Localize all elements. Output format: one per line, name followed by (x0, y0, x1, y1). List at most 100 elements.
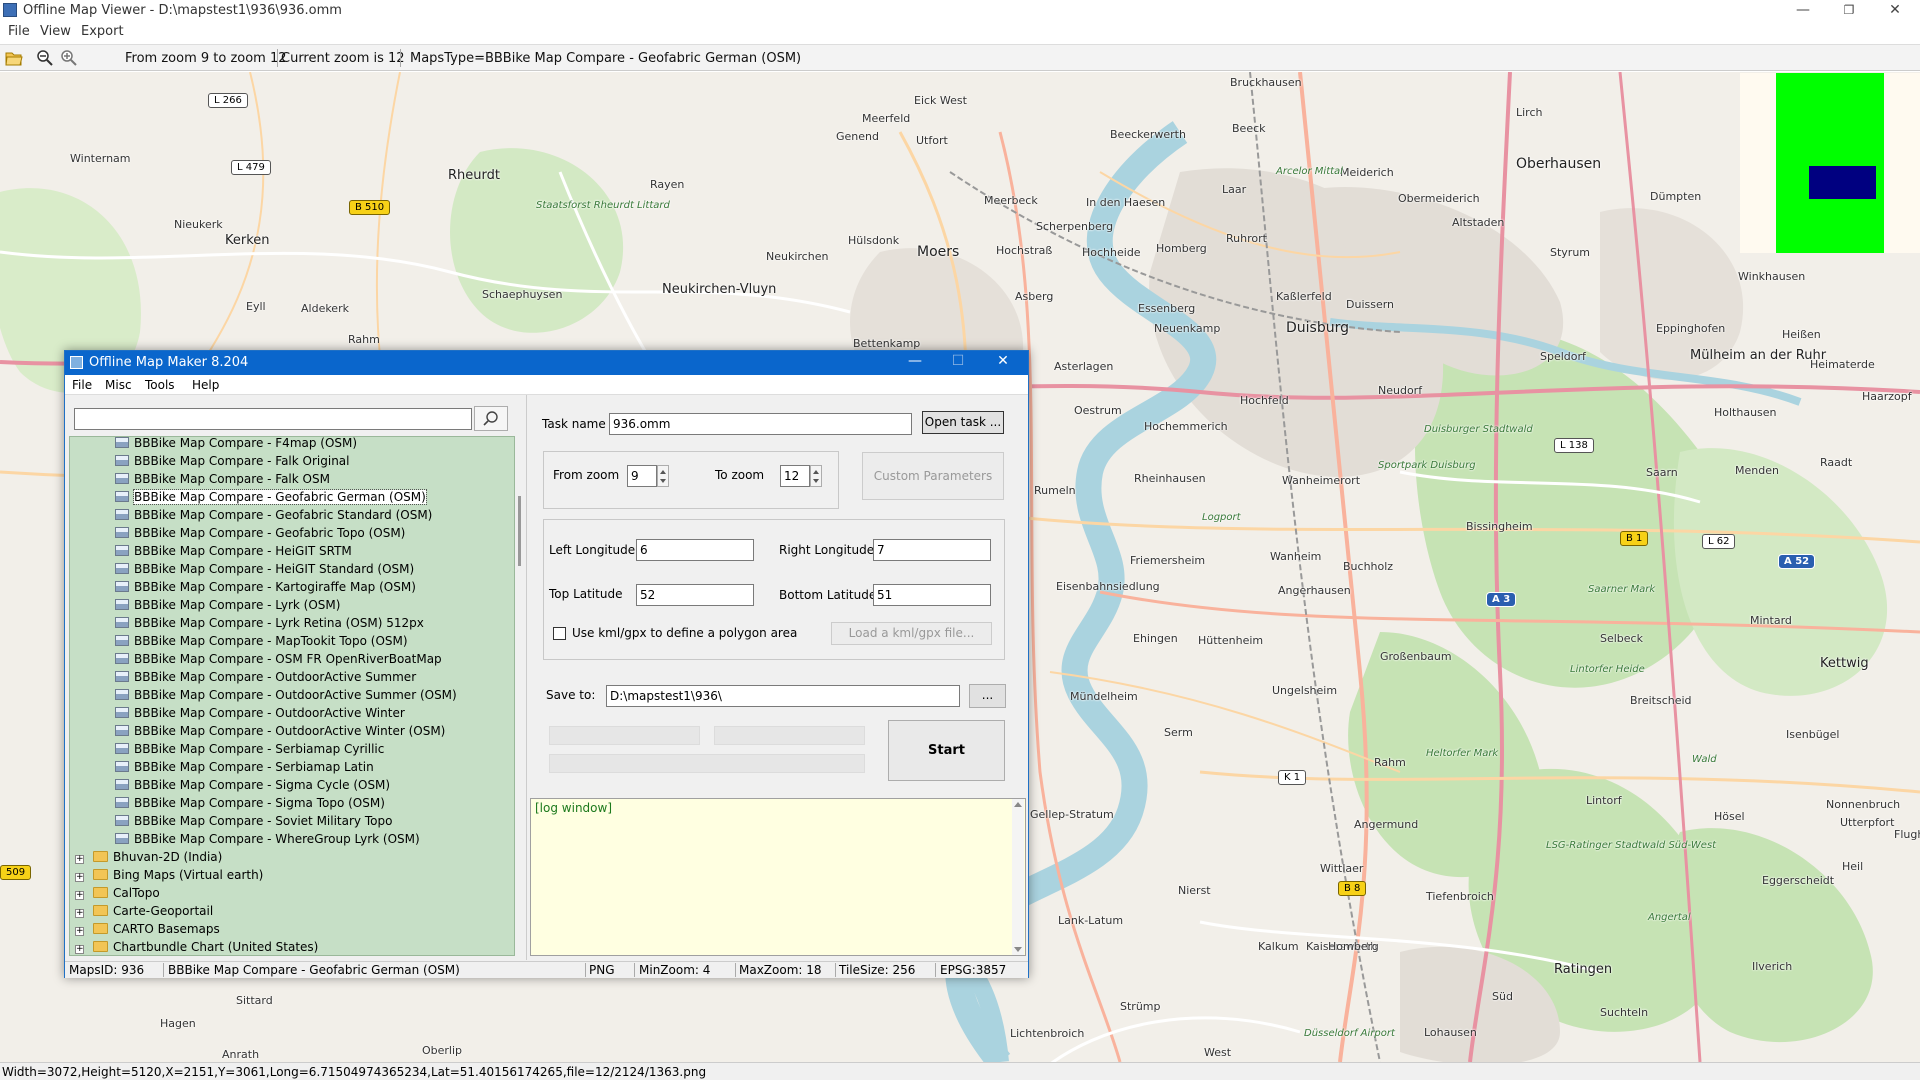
expand-icon[interactable]: + (75, 927, 84, 936)
to-zoom-input[interactable]: 12 (780, 465, 810, 487)
zoom-in-icon[interactable] (60, 49, 78, 67)
task-name-input[interactable]: 936.omm (609, 413, 912, 435)
tree-item-map[interactable]: BBBike Map Compare - Serbiamap Cyrillic (115, 740, 384, 758)
expand-icon[interactable]: + (75, 945, 84, 954)
tree-folder[interactable]: + Bhuvan-2D (India) (75, 848, 222, 866)
maximize-button[interactable]: ❐ (1826, 0, 1872, 22)
tree-item-map[interactable]: BBBike Map Compare - Serbiamap Latin (115, 758, 374, 776)
bottom-latitude-input[interactable]: 51 (873, 584, 991, 606)
tree-item-label: BBBike Map Compare - HeiGIT SRTM (134, 544, 352, 558)
tree-folder[interactable]: + Bing Maps (Virtual earth) (75, 866, 263, 884)
tree-item-label: BBBike Map Compare - Falk Original (134, 454, 350, 468)
browse-button[interactable]: ... (969, 684, 1006, 708)
expand-icon[interactable]: + (75, 891, 84, 900)
dialog-menu-help[interactable]: Help (192, 378, 219, 392)
tree-item-map[interactable]: BBBike Map Compare - WhereGroup Lyrk (OS… (115, 830, 420, 848)
place-label: Kerken (225, 233, 270, 248)
dialog-maximize-button[interactable]: ☐ (938, 353, 978, 369)
tree-folder[interactable]: + CalTopo (75, 884, 160, 902)
minimize-button[interactable]: — (1780, 0, 1826, 22)
maps-tree[interactable]: BBBike Map Compare - F4map (OSM) BBBike M… (69, 436, 515, 956)
top-latitude-input[interactable]: 52 (636, 584, 754, 606)
tree-item-map[interactable]: BBBike Map Compare - Geofabric German (O… (115, 488, 427, 506)
panel-splitter[interactable] (526, 395, 527, 960)
load-kml-button[interactable]: Load a kml/gpx file... (831, 622, 992, 645)
tree-item-map[interactable]: BBBike Map Compare - F4map (OSM) (115, 437, 357, 452)
place-label: Eggerscheidt (1762, 874, 1835, 887)
menu-view[interactable]: View (40, 24, 71, 39)
from-zoom-spinner[interactable] (657, 465, 669, 487)
tree-item-map[interactable]: BBBike Map Compare - OutdoorActive Winte… (115, 704, 405, 722)
tree-item-map[interactable]: BBBike Map Compare - Kartogiraffe Map (O… (115, 578, 416, 596)
from-zoom-label: From zoom (553, 468, 620, 482)
expand-icon[interactable]: + (75, 873, 84, 882)
dialog-minimize-button[interactable]: — (895, 353, 935, 369)
tree-item-map[interactable]: BBBike Map Compare - Falk OSM (115, 470, 330, 488)
custom-parameters-button[interactable]: Custom Parameters (862, 452, 1004, 500)
place-label: Beeck (1232, 122, 1266, 135)
tree-item-map[interactable]: BBBike Map Compare - Geofabric Topo (OSM… (115, 524, 405, 542)
map-search-input[interactable] (74, 408, 472, 430)
tree-item-map[interactable]: BBBike Map Compare - Falk Original (115, 452, 350, 470)
place-label: Neuenkamp (1154, 322, 1221, 335)
place-label: Kaßlerfeld (1276, 290, 1332, 303)
dialog-status-bar: MapsID: 936 BBBike Map Compare - Geofabr… (65, 961, 1028, 978)
to-zoom-spinner[interactable] (810, 465, 822, 487)
close-button[interactable]: ✕ (1872, 0, 1918, 22)
search-button[interactable] (474, 406, 508, 431)
tree-item-map[interactable]: BBBike Map Compare - HeiGIT SRTM (115, 542, 352, 560)
place-label: West (1204, 1046, 1232, 1059)
place-label: Moers (917, 244, 960, 260)
tree-item-map[interactable]: BBBike Map Compare - OutdoorActive Summe… (115, 668, 416, 686)
left-longitude-input[interactable]: 6 (636, 539, 754, 561)
save-to-input[interactable]: D:\mapstest1\936\ (606, 685, 960, 707)
kml-polygon-checkbox[interactable] (553, 627, 566, 640)
tree-item-map[interactable]: BBBike Map Compare - Geofabric Standard … (115, 506, 432, 524)
tree-item-map[interactable]: BBBike Map Compare - OSM FR OpenRiverBoa… (115, 650, 442, 668)
tree-item-map[interactable]: BBBike Map Compare - Soviet Military Top… (115, 812, 392, 830)
dialog-menu-file[interactable]: File (72, 378, 92, 392)
map-layer-icon (115, 815, 129, 826)
place-label: Angerhausen (1278, 584, 1351, 597)
place-label: Angermund (1354, 818, 1419, 831)
minimap-viewport[interactable] (1809, 166, 1876, 199)
dialog-titlebar[interactable]: Offline Map Maker 8.204 — ☐ ✕ (65, 351, 1028, 375)
zoom-out-icon[interactable] (36, 49, 54, 67)
start-button[interactable]: Start (888, 720, 1005, 781)
right-longitude-input[interactable]: 7 (873, 539, 991, 561)
tree-item-map[interactable]: BBBike Map Compare - OutdoorActive Summe… (115, 686, 457, 704)
tree-folder[interactable]: + Carte-Geoportail (75, 902, 213, 920)
dialog-menu-misc[interactable]: Misc (105, 378, 132, 392)
tree-item-map[interactable]: BBBike Map Compare - Lyrk (OSM) (115, 596, 340, 614)
dialog-menu-tools[interactable]: Tools (145, 378, 175, 392)
place-label: Mülheim an der Ruhr (1690, 348, 1827, 363)
overview-minimap[interactable] (1740, 73, 1920, 253)
tree-item-map[interactable]: BBBike Map Compare - Lyrk Retina (OSM) 5… (115, 614, 424, 632)
road-shield: 509 (0, 865, 32, 880)
place-label: Heißen (1782, 328, 1821, 341)
tree-item-map[interactable]: BBBike Map Compare - HeiGIT Standard (OS… (115, 560, 414, 578)
feature-label: Arcelor Mittal (1276, 166, 1343, 177)
open-task-button[interactable]: Open task ... (922, 411, 1004, 434)
map-layer-icon (115, 491, 129, 502)
menu-export[interactable]: Export (81, 24, 124, 39)
tree-item-map[interactable]: BBBike Map Compare - MapTookit Topo (OSM… (115, 632, 408, 650)
tree-scrollbar[interactable] (516, 436, 524, 956)
tree-item-map[interactable]: BBBike Map Compare - OutdoorActive Winte… (115, 722, 445, 740)
expand-icon[interactable]: + (75, 855, 84, 864)
tree-folder[interactable]: + CARTO Basemaps (75, 920, 220, 938)
from-zoom-input[interactable]: 9 (627, 465, 657, 487)
menu-file[interactable]: File (8, 24, 30, 39)
log-scrollbar[interactable] (1012, 799, 1024, 955)
tree-item-map[interactable]: BBBike Map Compare - Sigma Topo (OSM) (115, 794, 385, 812)
expand-icon[interactable]: + (75, 909, 84, 918)
dialog-close-button[interactable]: ✕ (983, 353, 1023, 369)
open-folder-icon[interactable] (5, 49, 23, 67)
tree-item-map[interactable]: BBBike Map Compare - Sigma Cycle (OSM) (115, 776, 390, 794)
place-label: Rumeln (1034, 484, 1076, 497)
log-window[interactable]: [log window] (530, 798, 1026, 956)
right-longitude-label: Right Longitude (779, 543, 875, 557)
tree-folder[interactable]: + Chartbundle Chart (United States) (75, 938, 318, 955)
main-toolbar: From zoom 9 to zoom 12 Current zoom is 1… (0, 44, 1920, 71)
road-shield: L 138 (1554, 438, 1594, 453)
